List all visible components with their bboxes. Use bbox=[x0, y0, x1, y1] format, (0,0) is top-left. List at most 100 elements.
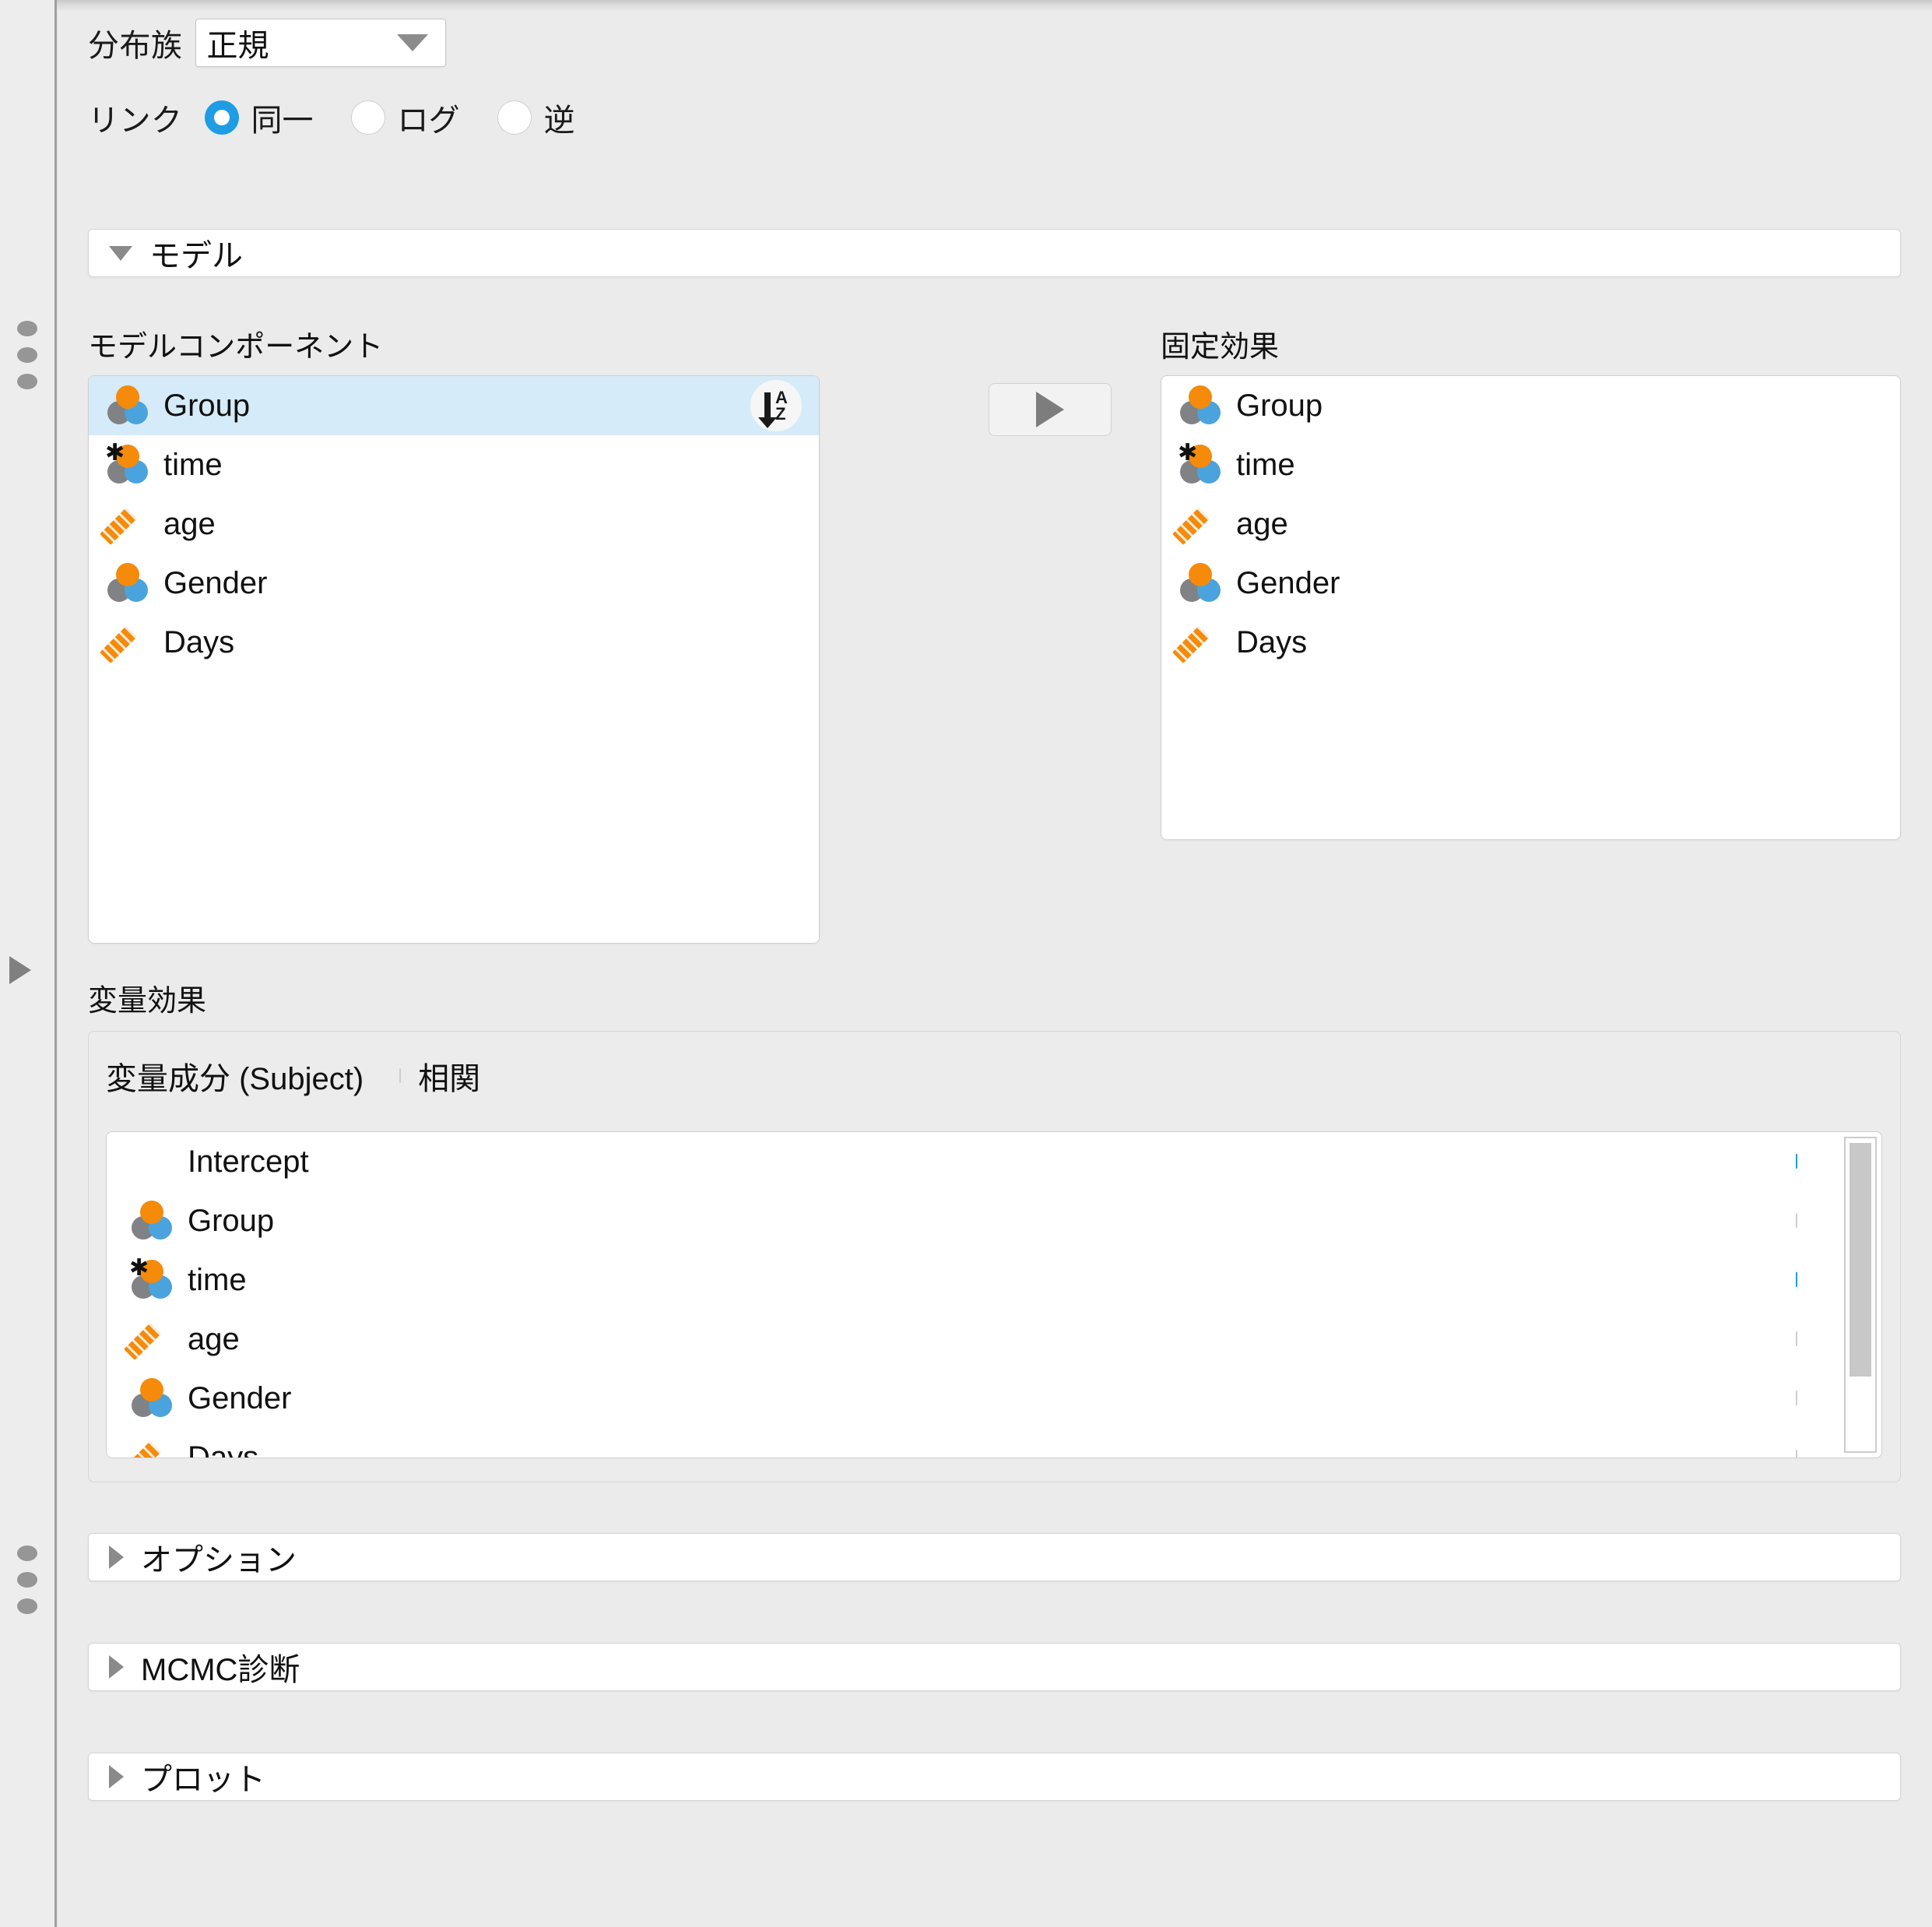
model-components-caption: モデルコンポーネント bbox=[88, 331, 384, 364]
radio-icon[interactable] bbox=[204, 100, 239, 135]
list-item[interactable]: age bbox=[1161, 494, 1900, 554]
section-title-options: オプション bbox=[141, 1543, 297, 1577]
triangle-right-icon bbox=[109, 1545, 124, 1569]
list-item[interactable]: Days bbox=[107, 1428, 1881, 1458]
section-title-model: モデル bbox=[149, 239, 243, 273]
random-effect-toggle[interactable] bbox=[1796, 1450, 1797, 1458]
transfer-to-fixed-effects-button[interactable] bbox=[989, 383, 1112, 436]
list-item[interactable]: Days bbox=[89, 613, 819, 672]
scale-ruler-icon bbox=[123, 1317, 174, 1361]
distribution-family-label: 分布族 bbox=[88, 29, 183, 63]
scale-ruler-icon bbox=[99, 502, 149, 546]
drag-dots-icon[interactable] bbox=[17, 321, 37, 400]
distribution-family-select[interactable]: 正規 bbox=[195, 19, 446, 67]
nominal-icon bbox=[130, 1199, 174, 1243]
scrollbar-thumb[interactable] bbox=[1849, 1143, 1871, 1377]
list-item[interactable]: Group A Z bbox=[89, 376, 819, 435]
list-item-label: age bbox=[188, 1321, 240, 1356]
triangle-right-icon bbox=[109, 1765, 124, 1788]
triangle-right-icon[interactable] bbox=[9, 956, 31, 984]
sort-letter-top: A bbox=[775, 388, 788, 407]
scale-ruler-icon bbox=[99, 621, 149, 664]
list-item-label: age bbox=[1236, 506, 1288, 541]
list-item[interactable]: Group bbox=[107, 1191, 1881, 1250]
link-function-label: リンク bbox=[88, 104, 183, 138]
random-effect-toggle[interactable] bbox=[1796, 1272, 1797, 1287]
checkbox-icon[interactable] bbox=[1796, 1450, 1797, 1458]
distribution-family-row: 分布族 正規 bbox=[88, 19, 446, 67]
drag-dots-icon[interactable] bbox=[17, 1545, 37, 1625]
nominal-text-icon: ✱ bbox=[105, 441, 149, 487]
link-option-inverse[interactable]: 逆 bbox=[497, 95, 575, 140]
list-item-label: Group bbox=[163, 388, 251, 423]
list-item[interactable]: Gender bbox=[1161, 554, 1900, 613]
radio-icon[interactable] bbox=[497, 100, 532, 135]
list-item-label: age bbox=[163, 506, 216, 541]
list-item[interactable]: Gender bbox=[107, 1369, 1881, 1428]
section-title-plots: プロット bbox=[141, 1763, 265, 1797]
list-item-label: Days bbox=[1236, 624, 1308, 659]
list-item-label: time bbox=[163, 447, 223, 482]
random-effect-toggle[interactable] bbox=[1796, 1391, 1797, 1405]
random-effects-caption: 変量効果 bbox=[88, 985, 207, 1018]
sort-letter-bottom: Z bbox=[775, 404, 786, 424]
checkbox-icon[interactable] bbox=[1796, 1331, 1797, 1346]
analysis-options-panel: 分布族 正規 リンク 同一 ログ 逆 モデル モデルコンポーネント Group … bbox=[57, 11, 1932, 1927]
radio-icon[interactable] bbox=[350, 100, 385, 135]
list-item-label: Group bbox=[1236, 388, 1323, 423]
list-item-label: time bbox=[1236, 447, 1295, 482]
list-item-label: Gender bbox=[163, 565, 268, 600]
random-effect-toggle[interactable] bbox=[1796, 1331, 1797, 1346]
scale-ruler-icon bbox=[1171, 621, 1222, 664]
list-item[interactable]: Gender bbox=[89, 554, 819, 613]
link-option-identity-label: 同一 bbox=[251, 104, 314, 138]
nominal-icon bbox=[1179, 561, 1222, 605]
list-item[interactable]: age bbox=[89, 494, 819, 554]
link-option-log[interactable]: ログ bbox=[350, 95, 460, 140]
chevron-down-icon bbox=[396, 34, 428, 51]
random-component-label: 変量成分 (Subject) bbox=[106, 1062, 364, 1096]
correlation-checkbox-wrap[interactable] bbox=[399, 1068, 402, 1083]
random-effect-toggle[interactable] bbox=[1796, 1154, 1797, 1169]
list-item[interactable]: ✱ time bbox=[107, 1250, 1881, 1310]
list-item-label: Group bbox=[188, 1203, 275, 1238]
list-item[interactable]: Group bbox=[1161, 376, 1900, 435]
list-item-label: Gender bbox=[188, 1380, 292, 1415]
section-header-mcmc[interactable]: MCMC診断 bbox=[88, 1643, 1901, 1691]
random-effects-header: 変量成分 (Subject) 相関 bbox=[106, 1053, 480, 1099]
scale-ruler-icon bbox=[1171, 502, 1222, 546]
list-item[interactable]: Intercept bbox=[107, 1132, 1881, 1191]
list-item-label: time bbox=[188, 1262, 247, 1297]
model-components-list[interactable]: Group A Z ✱ time age Gender Days bbox=[88, 375, 820, 944]
section-header-options[interactable]: オプション bbox=[88, 1533, 1901, 1581]
random-effects-scrollbar[interactable] bbox=[1844, 1137, 1877, 1453]
random-effect-toggle[interactable] bbox=[1796, 1213, 1797, 1228]
list-item-label: Gender bbox=[1236, 565, 1340, 600]
section-header-model[interactable]: モデル bbox=[88, 229, 1901, 277]
link-option-identity[interactable]: 同一 bbox=[204, 95, 314, 140]
random-effects-list[interactable]: Intercept Group ✱ time age Gender Days bbox=[106, 1131, 1882, 1458]
checkbox-icon[interactable] bbox=[1796, 1213, 1797, 1228]
distribution-family-value: 正規 bbox=[206, 29, 269, 63]
checkbox-icon[interactable] bbox=[399, 1068, 402, 1083]
list-item-label: Days bbox=[188, 1440, 259, 1458]
nominal-icon bbox=[106, 384, 149, 427]
list-item-label: Intercept bbox=[188, 1144, 309, 1179]
checkbox-icon[interactable] bbox=[1796, 1154, 1797, 1169]
window-top-strip bbox=[0, 0, 1932, 11]
triangle-right-icon bbox=[109, 1655, 124, 1679]
triangle-down-icon bbox=[109, 245, 132, 261]
sort-az-icon[interactable]: A Z bbox=[750, 380, 802, 431]
checkbox-icon[interactable] bbox=[1796, 1391, 1797, 1405]
random-effects-box: 変量成分 (Subject) 相関 Intercept Group ✱ time… bbox=[88, 1031, 1901, 1482]
link-option-inverse-label: 逆 bbox=[543, 104, 575, 138]
fixed-effects-list[interactable]: Group ✱ time age Gender Days bbox=[1161, 375, 1901, 840]
fixed-effects-caption: 固定効果 bbox=[1161, 331, 1280, 364]
section-header-plots[interactable]: プロット bbox=[88, 1753, 1901, 1801]
list-item[interactable]: age bbox=[107, 1310, 1881, 1369]
list-item[interactable]: ✱ time bbox=[1161, 435, 1900, 494]
checkbox-icon[interactable] bbox=[1796, 1272, 1797, 1287]
nominal-text-icon: ✱ bbox=[1178, 441, 1222, 487]
list-item[interactable]: ✱ time bbox=[89, 435, 819, 494]
list-item[interactable]: Days bbox=[1161, 613, 1900, 672]
